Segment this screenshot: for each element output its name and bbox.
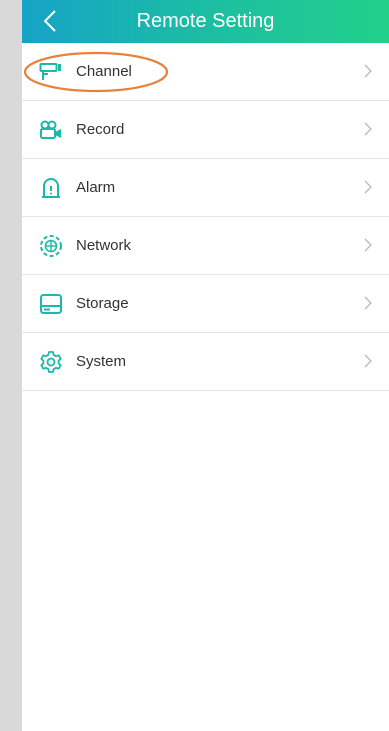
menu-item-label: Channel [76,63,132,80]
alarm-siren-icon [39,176,63,200]
menu-item-label: Storage [76,295,129,312]
menu-item-storage[interactable]: Storage [22,275,389,333]
camera-icon [39,60,63,84]
chevron-right-icon [364,238,372,252]
menu-item-label: Alarm [76,179,116,196]
menu-item-network[interactable]: Network [22,217,389,275]
menu-item-record[interactable]: Record [22,101,389,159]
video-record-icon [39,118,63,142]
chevron-left-icon [44,10,56,32]
settings-menu: Channel Record Alarm Network Storage Sys… [22,43,389,391]
header-bar: Remote Setting [22,0,389,43]
menu-item-label: System [76,353,127,370]
gear-icon [39,350,63,374]
chevron-right-icon [364,180,372,194]
chevron-right-icon [364,296,372,310]
remote-setting-screen: Remote Setting Channel Record Alarm Netw… [22,0,389,731]
back-button[interactable] [36,5,64,37]
menu-item-label: Network [76,237,132,254]
menu-item-system[interactable]: System [22,333,389,391]
chevron-right-icon [364,64,372,78]
network-globe-icon [39,234,63,258]
chevron-right-icon [364,354,372,368]
menu-item-label: Record [76,121,125,138]
menu-item-alarm[interactable]: Alarm [22,159,389,217]
page-title: Remote Setting [136,10,275,32]
menu-item-channel[interactable]: Channel [22,43,389,101]
hard-drive-icon [39,292,63,316]
chevron-right-icon [364,122,372,136]
